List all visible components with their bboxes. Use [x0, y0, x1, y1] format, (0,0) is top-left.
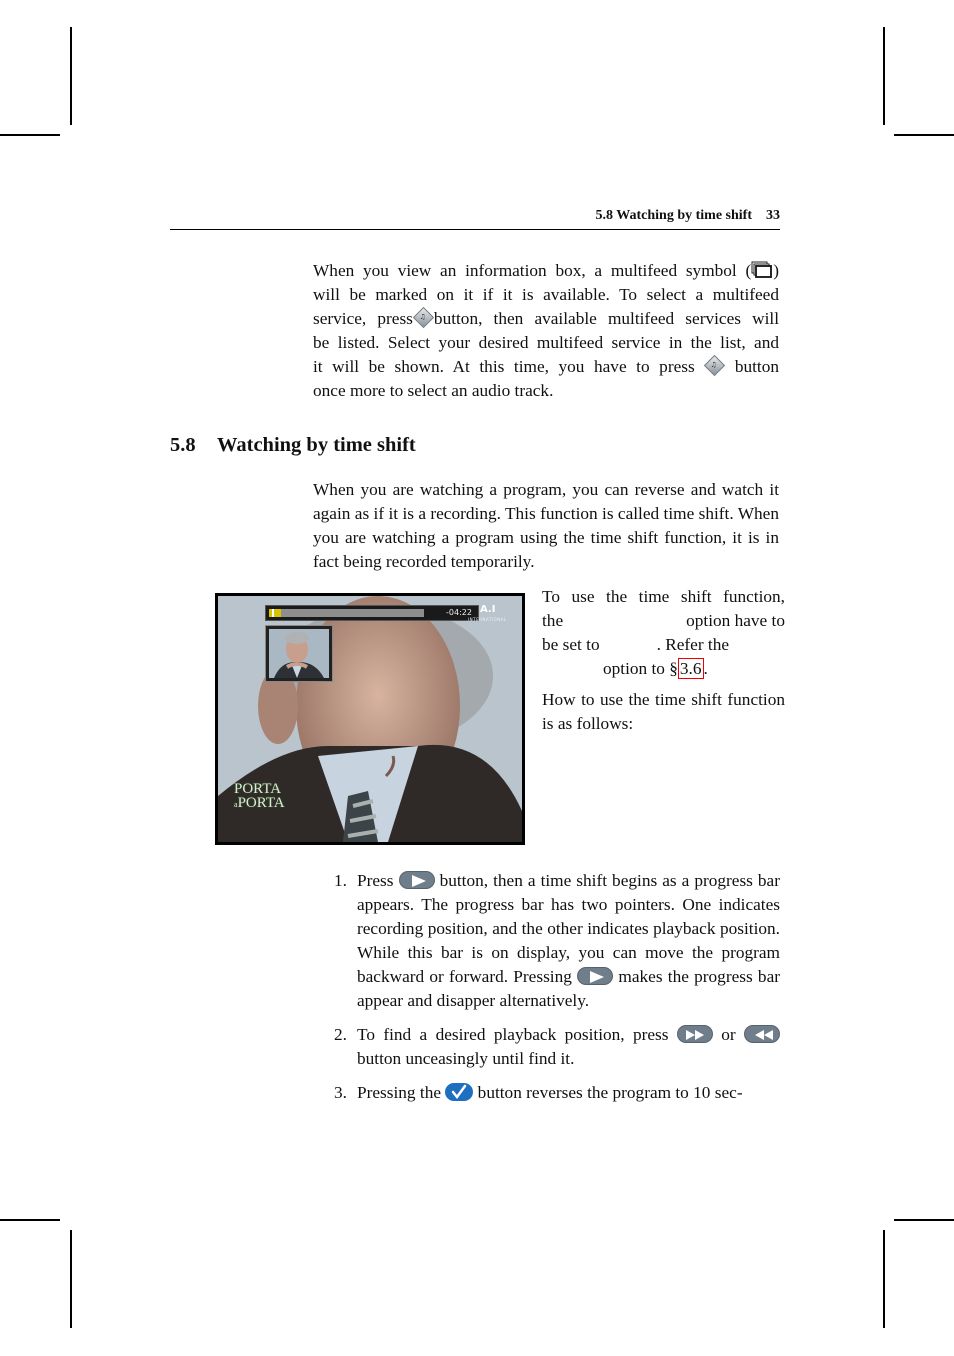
body-paragraph: When you are watching a program, you can…: [313, 480, 779, 571]
audio-button-icon: ♫: [704, 354, 726, 377]
intro-paragraph: When you view an information box, a mult…: [313, 261, 779, 400]
audio-button-icon: ♫: [412, 306, 435, 329]
progress-track: [269, 609, 424, 617]
channel-subtitle: INTERNATIONAL: [468, 617, 507, 622]
pip-image: [269, 629, 329, 678]
list-item: 2. To find a desired playback position, …: [334, 1023, 781, 1071]
fast-forward-button-icon: [676, 1025, 713, 1043]
progress-fill: [269, 609, 282, 617]
section-heading: 5.8 Watching by time shift: [170, 434, 416, 457]
rewind-button-icon: [744, 1025, 781, 1043]
steps-list: 1. Press button, then a time shift begin…: [334, 869, 781, 1115]
list-item: 1. Press button, then a time shift begin…: [334, 871, 781, 1010]
playback-pointer: [272, 609, 274, 617]
page-number: 33: [766, 208, 780, 223]
crop-mark: [883, 1230, 885, 1328]
section-number: 5.8: [170, 434, 196, 456]
header-section-title: 5.8 Watching by time shift: [595, 208, 752, 223]
crop-mark: [883, 27, 885, 125]
play-button-icon: [577, 967, 614, 985]
pip-window: [265, 625, 333, 682]
crop-mark: [894, 134, 954, 136]
timeshift-screenshot: -04:22 A.I INTERNATIONAL PORTA aPORTA: [215, 593, 525, 845]
show-logo: PORTA aPORTA: [234, 781, 285, 811]
timeshift-progress-bar: -04:22: [265, 605, 479, 621]
crop-mark: [0, 1219, 60, 1221]
side-text: To use the time shift function, the optio…: [542, 587, 785, 733]
multifeed-icon: [751, 261, 773, 279]
channel-logo: A.I: [480, 604, 496, 615]
crop-mark: [70, 1230, 72, 1328]
ok-check-button-icon: [445, 1083, 474, 1101]
list-item: 3. Pressing the button reverses the prog…: [334, 1083, 743, 1102]
running-header: 5.8 Watching by time shift 33: [170, 208, 780, 230]
crop-mark: [0, 134, 60, 136]
crop-mark: [894, 1219, 954, 1221]
section-title: Watching by time shift: [217, 434, 416, 456]
play-button-icon: [398, 871, 435, 889]
crop-mark: [70, 27, 72, 125]
section-reference-link[interactable]: 3.6: [677, 658, 704, 679]
